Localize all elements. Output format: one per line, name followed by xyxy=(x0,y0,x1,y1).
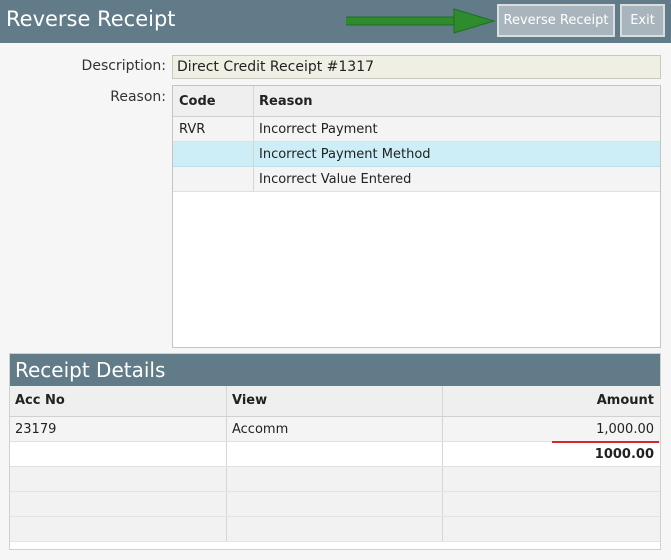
annotation-arrow-icon xyxy=(346,8,496,34)
view-cell: Accomm xyxy=(227,417,443,441)
receipt-grid-header: Acc No View Amount xyxy=(10,386,660,417)
reason-code xyxy=(173,142,254,166)
empty-cell xyxy=(227,492,443,516)
acc-no-column-header[interactable]: Acc No xyxy=(10,386,227,416)
view-column-header[interactable]: View xyxy=(227,386,443,416)
exit-button[interactable]: Exit xyxy=(620,4,665,37)
reason-code xyxy=(173,167,254,191)
reason-text: Incorrect Value Entered xyxy=(259,172,412,187)
empty-cell xyxy=(10,467,227,491)
empty-row xyxy=(10,492,660,517)
empty-cell xyxy=(443,517,660,541)
receipt-details-title: Receipt Details xyxy=(15,358,166,382)
empty-cell xyxy=(443,492,660,516)
reverse-receipt-button[interactable]: Reverse Receipt xyxy=(497,4,615,37)
acc-no-cell: 23179 xyxy=(10,417,227,441)
page-title: Reverse Receipt xyxy=(6,7,176,31)
annotation-underline xyxy=(552,441,659,443)
reason-text: Incorrect Payment xyxy=(259,122,378,137)
table-row[interactable]: 23179 Accomm 1,000.00 xyxy=(10,417,660,442)
empty-cell xyxy=(227,517,443,541)
empty-row xyxy=(10,517,660,542)
empty-cell xyxy=(227,442,443,466)
empty-cell xyxy=(10,442,227,466)
reason-row[interactable]: RVR Incorrect Payment xyxy=(173,117,660,142)
receipt-details-header: Receipt Details xyxy=(10,354,660,386)
description-label: Description: xyxy=(81,58,166,74)
total-row: 1000.00 xyxy=(10,442,660,467)
empty-cell xyxy=(227,467,443,491)
amount-cell: 1,000.00 xyxy=(596,422,654,437)
empty-cell xyxy=(10,492,227,516)
receipt-details-panel: Receipt Details Acc No View Amount 23179… xyxy=(9,353,661,550)
empty-cell xyxy=(10,517,227,541)
reason-column-header[interactable]: Reason xyxy=(254,86,660,116)
reason-list[interactable]: Code Reason RVR Incorrect Payment Incorr… xyxy=(172,85,661,348)
reason-row-selected[interactable]: Incorrect Payment Method xyxy=(173,142,660,167)
reason-row[interactable]: Incorrect Value Entered xyxy=(173,167,660,192)
title-bar: Reverse Receipt Reverse Receipt Exit xyxy=(0,0,671,43)
empty-cell xyxy=(443,467,660,491)
total-amount: 1000.00 xyxy=(594,447,654,462)
reason-code: RVR xyxy=(173,117,254,141)
reason-text: Incorrect Payment Method xyxy=(259,147,431,162)
amount-column-header[interactable]: Amount xyxy=(443,386,660,416)
empty-row xyxy=(10,467,660,492)
reason-label: Reason: xyxy=(110,89,166,105)
description-field[interactable]: Direct Credit Receipt #1317 xyxy=(172,55,661,79)
code-column-header[interactable]: Code xyxy=(173,86,254,116)
reason-list-header: Code Reason xyxy=(173,86,660,117)
